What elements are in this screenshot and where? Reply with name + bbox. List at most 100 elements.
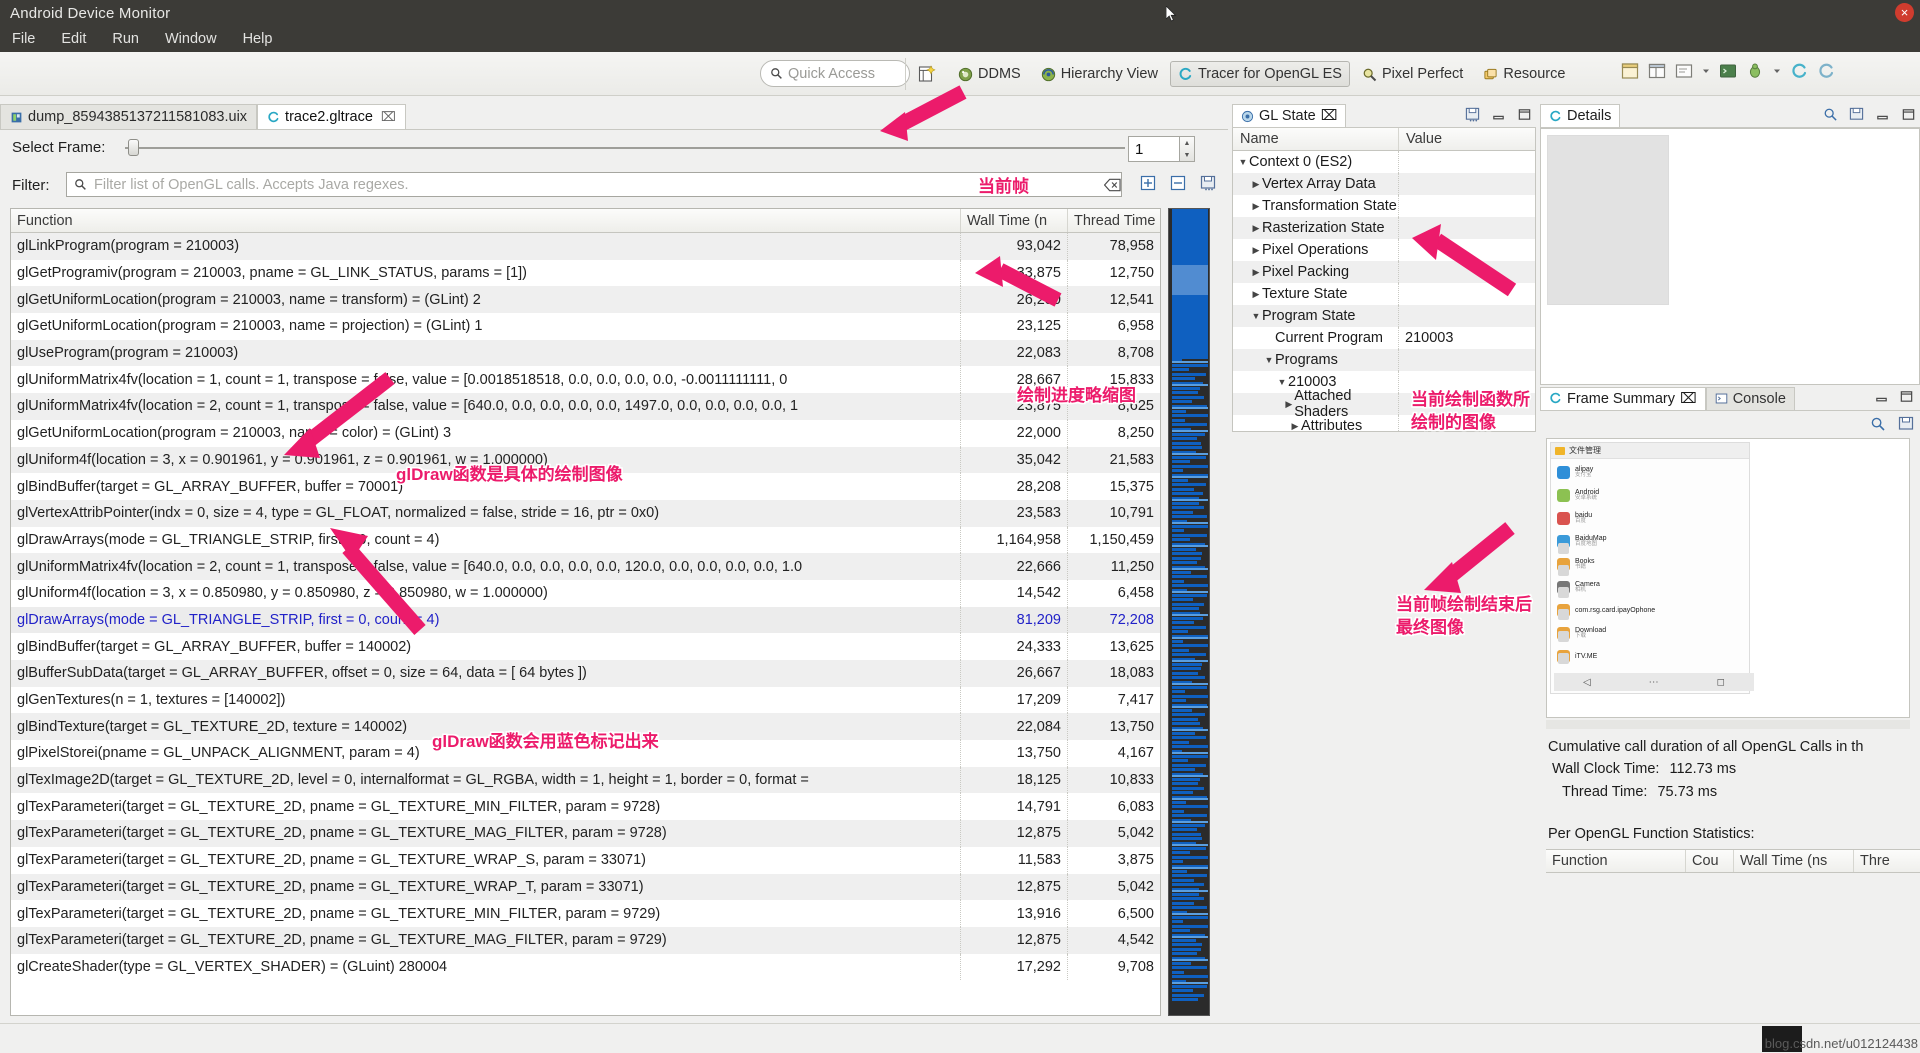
table-row[interactable]: glTexParameteri(target = GL_TEXTURE_2D, … <box>11 847 1160 874</box>
layout-icon[interactable] <box>1647 61 1667 81</box>
stats-column-count[interactable]: Cou <box>1686 850 1734 872</box>
tree-node[interactable]: ▼Program State <box>1233 305 1399 327</box>
table-row[interactable]: glUseProgram(program = 210003)22,0838,70… <box>11 340 1160 367</box>
menu-item-help[interactable]: Help <box>239 30 277 48</box>
table-row[interactable]: glCreateShader(type = GL_VERTEX_SHADER) … <box>11 954 1160 981</box>
menu-item-file[interactable]: File <box>8 30 39 48</box>
tree-node[interactable]: ▶Rasterization State <box>1233 217 1399 239</box>
filter-input[interactable]: Filter list of OpenGL calls. Accepts Jav… <box>66 172 1122 197</box>
save-icon[interactable] <box>1200 175 1216 191</box>
save-icon[interactable] <box>1849 107 1864 122</box>
tree-node[interactable]: ▶Pixel Packing <box>1233 261 1399 283</box>
duration-selection[interactable] <box>1172 265 1208 295</box>
frame-preview-hscrollbar[interactable] <box>1546 720 1910 729</box>
column-header-function[interactable]: Function <box>11 209 961 232</box>
tree-row[interactable]: Current Program210003 <box>1233 327 1535 349</box>
table-row[interactable]: glUniformMatrix4fv(location = 2, count =… <box>11 553 1160 580</box>
tree-node[interactable]: Current Program <box>1233 327 1399 349</box>
menu-item-edit[interactable]: Edit <box>57 30 90 48</box>
tree-row[interactable]: ▶Rasterization State <box>1233 217 1535 239</box>
tree-node[interactable]: ▶Texture State <box>1233 283 1399 305</box>
export-icon[interactable] <box>1898 416 1914 432</box>
table-row[interactable]: glTexParameteri(target = GL_TEXTURE_2D, … <box>11 900 1160 927</box>
table-row[interactable]: glDrawArrays(mode = GL_TRIANGLE_STRIP, f… <box>11 607 1160 634</box>
chevron-right-icon[interactable]: ▶ <box>1250 201 1262 212</box>
tree-row[interactable]: ▼Program State <box>1233 305 1535 327</box>
chevron-right-icon[interactable]: ▶ <box>1283 399 1294 410</box>
quick-access-input[interactable]: Quick Access <box>760 60 910 87</box>
frame-preview-canvas[interactable]: 文件管理 alipay支付宝Android安卓系统baidu百度BaiduMap… <box>1546 438 1910 718</box>
chevron-down-icon[interactable]: ▼ <box>1237 157 1249 167</box>
spinner-up-icon[interactable]: ▲ <box>1180 137 1194 149</box>
table-row[interactable]: glGenTextures(n = 1, textures = [140002]… <box>11 687 1160 714</box>
tree-row[interactable]: ▶Vertex Array Data <box>1233 173 1535 195</box>
editor-tab-uix[interactable]: dump_8594385137211581083.uix <box>0 104 257 129</box>
table-row[interactable]: glGetUniformLocation(program = 210003, n… <box>11 286 1160 313</box>
chevron-right-icon[interactable]: ▶ <box>1250 179 1262 190</box>
perspective-tab-pixel-perfect[interactable]: Pixel Perfect <box>1354 61 1471 87</box>
menu-item-window[interactable]: Window <box>161 30 221 48</box>
chevron-down-icon[interactable]: ▼ <box>1276 377 1288 387</box>
menu-item-run[interactable]: Run <box>108 30 143 48</box>
chevron-right-icon[interactable]: ▶ <box>1250 289 1262 300</box>
table-row[interactable]: glTexImage2D(target = GL_TEXTURE_2D, lev… <box>11 767 1160 794</box>
perspective-tab-resource[interactable]: Resource <box>1475 61 1573 87</box>
spinner-down-icon[interactable]: ▼ <box>1180 149 1194 161</box>
chevron-down-icon-2[interactable] <box>1772 61 1782 81</box>
collapse-all-icon[interactable] <box>1170 175 1186 191</box>
tree-node[interactable]: ▶Transformation State <box>1233 195 1399 217</box>
tree-row[interactable]: ▼Context 0 (ES2) <box>1233 151 1535 173</box>
perspective-tab-ddms[interactable]: DDMS <box>950 61 1029 87</box>
table-row[interactable]: glBindTexture(target = GL_TEXTURE_2D, te… <box>11 713 1160 740</box>
column-header-name[interactable]: Name <box>1233 128 1399 150</box>
maximize-icon[interactable] <box>1517 107 1532 122</box>
close-icon[interactable]: ⌧ <box>381 109 396 125</box>
stats-column-thread-time[interactable]: Thre <box>1854 850 1920 872</box>
save-icon[interactable] <box>1465 107 1480 122</box>
stats-column-wall-time[interactable]: Wall Time (ns <box>1734 850 1854 872</box>
table-row[interactable]: glUniform4f(location = 3, x = 0.850980, … <box>11 580 1160 607</box>
tree-row[interactable]: ▶Pixel Packing <box>1233 261 1535 283</box>
table-row[interactable]: glDrawArrays(mode = GL_TRIANGLE_STRIP, f… <box>11 527 1160 554</box>
tab-console[interactable]: Console <box>1706 387 1795 410</box>
table-row[interactable]: glBindBuffer(target = GL_ARRAY_BUFFER, b… <box>11 473 1160 500</box>
maximize-icon[interactable] <box>1901 107 1916 122</box>
tree-node[interactable]: ▶Vertex Array Data <box>1233 173 1399 195</box>
column-header-value[interactable]: Value <box>1399 128 1535 150</box>
table-row[interactable]: glVertexAttribPointer(indx = 0, size = 4… <box>11 500 1160 527</box>
tree-row[interactable]: ▶Texture State <box>1233 283 1535 305</box>
table-row[interactable]: glTexParameteri(target = GL_TEXTURE_2D, … <box>11 927 1160 954</box>
perspective-tab-hierarchy-view[interactable]: Hierarchy View <box>1033 61 1166 87</box>
tree-row[interactable]: ▶Pixel Operations <box>1233 239 1535 261</box>
tab-details[interactable]: Details <box>1540 104 1620 127</box>
editor-tab-gltrace[interactable]: trace2.gltrace ⌧ <box>257 104 406 129</box>
table-row[interactable]: glLinkProgram(program = 210003)93,04278,… <box>11 233 1160 260</box>
tree-node[interactable]: ▼Context 0 (ES2) <box>1233 151 1399 173</box>
minimize-icon[interactable] <box>1491 107 1506 122</box>
tree-node[interactable]: ▶Attached Shaders <box>1233 393 1399 415</box>
perspective-tab-tracer-for-opengl-es[interactable]: Tracer for OpenGL ES <box>1170 61 1350 87</box>
stats-column-function[interactable]: Function <box>1546 850 1686 872</box>
zoom-in-icon[interactable] <box>1823 107 1838 122</box>
chevron-right-icon[interactable]: ▶ <box>1250 267 1262 278</box>
frame-number-input[interactable]: 1 <box>1128 136 1180 162</box>
chevron-right-icon[interactable]: ▶ <box>1250 223 1262 234</box>
bug-icon[interactable] <box>1745 61 1765 81</box>
console-icon[interactable] <box>1674 61 1694 81</box>
close-icon[interactable]: ⌧ <box>1321 108 1338 124</box>
tree-node[interactable]: ▼Programs <box>1233 349 1399 371</box>
column-header-wall-time[interactable]: Wall Time (n <box>961 209 1068 232</box>
close-icon[interactable]: ⌧ <box>1680 391 1697 407</box>
opengl-call-table[interactable]: Function Wall Time (n Thread Time glLink… <box>10 208 1161 1016</box>
tree-row[interactable]: ▶Transformation State <box>1233 195 1535 217</box>
clear-icon[interactable] <box>1104 178 1121 192</box>
capture-icon[interactable] <box>1816 61 1836 81</box>
frame-slider-track[interactable] <box>125 147 1125 149</box>
table-row[interactable]: glTexParameteri(target = GL_TEXTURE_2D, … <box>11 874 1160 901</box>
chevron-down-icon[interactable]: ▼ <box>1263 355 1275 365</box>
table-row[interactable]: glGetUniformLocation(program = 210003, n… <box>11 313 1160 340</box>
zoom-icon[interactable] <box>1870 416 1886 432</box>
tab-frame-summary[interactable]: Frame Summary ⌧ <box>1540 387 1706 410</box>
chevron-right-icon[interactable]: ▶ <box>1250 245 1262 256</box>
column-header-thread-time[interactable]: Thread Time <box>1068 209 1160 232</box>
